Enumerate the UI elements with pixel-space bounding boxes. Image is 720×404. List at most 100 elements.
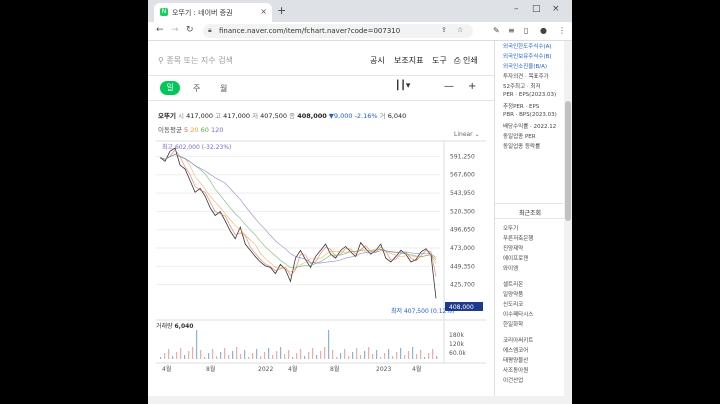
share-icon[interactable]: ⇪ xyxy=(441,26,447,34)
volume-bar xyxy=(352,352,354,359)
x-tick-label: 4월 xyxy=(162,365,171,373)
volume-bar xyxy=(380,357,382,359)
volume-tick-1: 120k xyxy=(449,341,464,348)
recent-stock-link[interactable]: 이수페타시스 xyxy=(503,310,533,318)
scrollbar-thumb[interactable] xyxy=(565,101,571,221)
url-field[interactable]: 🔒︎ finance.naver.com/item/fchart.naver?c… xyxy=(203,24,473,38)
high-annotation: 최고 602,000 (-32.23%) xyxy=(162,143,231,151)
volume-bar xyxy=(304,356,306,359)
naver-favicon-icon: N xyxy=(160,8,168,16)
star-icon[interactable]: ☆ xyxy=(457,26,463,34)
volume-bar xyxy=(216,356,218,359)
lock-icon: 🔒︎ xyxy=(208,26,212,34)
volume-bar xyxy=(160,357,162,359)
recent-stock-link[interactable]: 오뚜기 xyxy=(503,224,518,232)
volume-bars xyxy=(160,330,438,359)
recent-stock-link[interactable]: 푸른저축은행 xyxy=(503,234,533,242)
volume-bar xyxy=(336,357,338,359)
maximize-button[interactable]: □ xyxy=(532,4,541,14)
close-window-button[interactable]: × xyxy=(552,4,560,14)
volume-bar xyxy=(296,353,298,359)
reading-list-icon[interactable]: ≡ xyxy=(508,26,515,35)
volume-bar xyxy=(208,353,210,359)
y-tick-label: 496,650 xyxy=(450,227,475,234)
volume-bar xyxy=(412,347,414,359)
sidebar-info-item: 외국인소진율(B/A) xyxy=(503,64,548,70)
browser-tab[interactable]: N 오뚜기 : 네이버 증권 × xyxy=(154,3,272,22)
sidepanel-icon[interactable]: ▯ xyxy=(524,26,528,35)
y-tick-label: 543,950 xyxy=(450,190,475,197)
volume-bar xyxy=(340,353,342,359)
menu-icon[interactable]: ⋮ xyxy=(558,26,566,35)
vertical-scrollbar[interactable] xyxy=(564,41,572,404)
reload-icon[interactable]: ↻ xyxy=(186,25,194,35)
volume-bar xyxy=(252,353,254,359)
recent-stock-link[interactable]: 한일화학 xyxy=(503,320,523,328)
sidebar-info-item: 추정PER · EPS xyxy=(503,104,540,110)
volume-bar xyxy=(180,348,182,359)
recent-stock-link[interactable]: 에이프로젠 xyxy=(503,254,528,262)
volume-bar xyxy=(264,352,266,359)
url-text: finance.naver.com/item/fchart.naver?code… xyxy=(219,27,401,35)
volume-bar xyxy=(420,350,422,359)
x-tick-label: 2023 xyxy=(376,366,391,373)
volume-bar xyxy=(172,356,174,359)
recent-stock-link[interactable]: 태평양물산 xyxy=(503,356,528,364)
recent-stock-link[interactable]: 셀트리온 xyxy=(503,280,523,288)
profile-icon[interactable]: ● xyxy=(540,26,547,35)
horizontal-scrollbar[interactable] xyxy=(148,396,564,404)
y-tick-label: 567,600 xyxy=(450,172,475,179)
tab-close-icon[interactable]: × xyxy=(260,7,267,16)
address-bar-row: ← → ↻ 🔒︎ finance.naver.com/item/fchart.n… xyxy=(148,22,572,41)
volume-bar xyxy=(196,330,198,359)
volume-bar xyxy=(356,348,358,359)
volume-bar xyxy=(328,330,330,359)
volume-bar xyxy=(312,348,314,359)
volume-bar xyxy=(416,354,418,359)
sidebar-info-item: 52주최고 · 최저 xyxy=(503,84,541,90)
recent-stock-link[interactable]: 진양제약 xyxy=(503,244,523,252)
recent-stock-link[interactable]: 코리아써키트 xyxy=(503,336,533,344)
volume-bar xyxy=(244,350,246,359)
recent-stock-link[interactable]: 신도리코 xyxy=(503,300,523,308)
volume-bar xyxy=(200,350,202,359)
recent-stock-link[interactable]: 이건산업 xyxy=(503,376,523,384)
y-tick-label: 591,250 xyxy=(450,153,475,160)
volume-bar xyxy=(288,350,290,359)
price-chart[interactable]: 591,250 567,600 543,950 520,300 496,650 473,0… xyxy=(148,41,494,404)
recent-header: 최근조회 xyxy=(518,210,542,217)
y-tick-label: 449,350 xyxy=(450,263,475,270)
y-tick-label: 520,300 xyxy=(450,208,475,215)
x-tick-label: 2022 xyxy=(258,366,273,373)
recent-stock-link[interactable]: 에스엠코어 xyxy=(503,346,528,354)
volume-bar xyxy=(220,352,222,359)
volume-value: 6,040 xyxy=(174,323,193,330)
sidebar-info-item: PBR · BPS(2023.03) xyxy=(503,112,557,118)
back-icon[interactable]: ← xyxy=(156,25,164,35)
extensions-icon[interactable]: ✎ xyxy=(493,26,500,35)
volume-bar xyxy=(292,357,294,359)
volume-bar xyxy=(176,352,178,359)
volume-bar xyxy=(192,347,194,359)
volume-bar xyxy=(284,354,286,359)
sidebar-info-item: 투자의견 · 목표주가 xyxy=(503,74,549,80)
recent-stock-link[interactable]: 사조동아원 xyxy=(503,366,528,374)
volume-bar xyxy=(184,355,186,359)
volume-bar xyxy=(164,353,166,359)
volume-bar xyxy=(368,347,370,359)
recent-stock-link[interactable]: 일양약품 xyxy=(503,290,523,298)
tab-title: 오뚜기 : 네이버 증권 xyxy=(172,9,233,17)
x-tick-label: 8월 xyxy=(330,365,339,373)
volume-bar xyxy=(432,349,434,359)
volume-label-text: 거래량 xyxy=(156,322,173,330)
y-tick-label: 425,700 xyxy=(450,282,475,289)
volume-bar xyxy=(260,356,262,359)
new-tab-button[interactable]: + xyxy=(277,4,286,17)
recent-stock-link[interactable]: 와이엠 xyxy=(503,264,518,272)
volume-bar xyxy=(228,355,230,359)
browser-window: N 오뚜기 : 네이버 증권 × + – □ × ← → ↻ 🔒︎ financ… xyxy=(148,0,572,404)
current-price-label: 408,000 xyxy=(449,304,474,311)
sidebar-info-item: 배당수익률 · 2022.12 xyxy=(503,124,557,130)
forward-icon[interactable]: → xyxy=(171,25,179,35)
minimize-button[interactable]: – xyxy=(514,4,519,14)
